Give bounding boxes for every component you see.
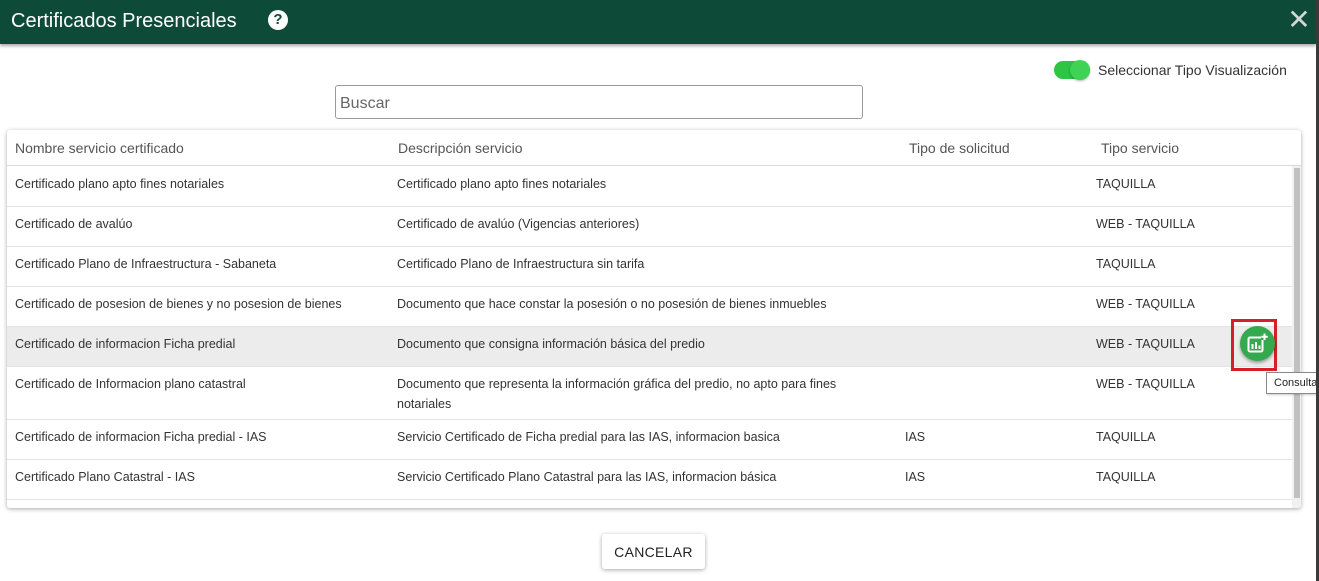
cell-service-type: TAQUILLA — [1096, 470, 1156, 484]
table-row[interactable]: Certificado de informacion Ficha predial… — [7, 420, 1292, 460]
column-header-description[interactable]: Descripción servicio — [398, 140, 522, 156]
cell-name: Certificado de posesion de bienes y no p… — [15, 297, 342, 311]
cell-description: Certificado Plano de Infraestructura sin… — [397, 257, 645, 271]
cell-description: Servicio Certificado de Ficha predial pa… — [397, 430, 780, 444]
help-icon[interactable]: ? — [268, 10, 288, 30]
cancel-button[interactable]: CANCELAR — [602, 534, 705, 569]
table-row-hovered[interactable]: Certificado de informacion Ficha predial… — [7, 327, 1292, 367]
cell-description: Documento que consigna información básic… — [397, 337, 705, 351]
cell-service-type: TAQUILLA — [1096, 430, 1156, 444]
column-header-request-type[interactable]: Tipo de solicitud — [909, 140, 1010, 156]
cell-name: Certificado Plano Catastral - IAS — [15, 470, 195, 484]
cell-description: Servicio Certificado Plano Catastral par… — [397, 470, 777, 484]
cell-name: Certificado plano apto fines notariales — [15, 177, 225, 191]
column-header-service-type[interactable]: Tipo servicio — [1101, 140, 1179, 156]
cell-name: Certificado de Informacion plano catastr… — [15, 377, 246, 391]
cell-description: Certificado plano apto fines notariales — [397, 177, 607, 191]
close-icon[interactable]: ✕ — [1287, 6, 1311, 34]
cell-service-type: WEB - TAQUILLA — [1096, 337, 1195, 351]
cell-name: Certificado de avalúo — [15, 217, 133, 231]
column-header-name[interactable]: Nombre servicio certificado — [15, 140, 184, 156]
table-row[interactable]: Certificado de posesion de bienes y no p… — [7, 287, 1292, 327]
table-row[interactable]: Certificado de avalúo Certificado de ava… — [7, 207, 1292, 247]
cell-name: Certificado de informacion Ficha predial… — [15, 430, 267, 444]
cell-service-type: WEB - TAQUILLA — [1096, 217, 1195, 231]
table-header: Nombre servicio certificado Descripción … — [7, 130, 1301, 166]
certificates-table: Nombre servicio certificado Descripción … — [7, 130, 1301, 508]
cell-request-type: IAS — [905, 470, 926, 484]
cell-name: Certificado de informacion Ficha predial — [15, 337, 236, 351]
view-type-toggle-label: Seleccionar Tipo Visualización — [1098, 62, 1287, 78]
cell-service-type: TAQUILLA — [1096, 177, 1156, 191]
consult-tooltip: Consultar — [1266, 372, 1319, 394]
cell-service-type: TAQUILLA — [1096, 257, 1156, 271]
cell-description: Certificado de avalúo (Vigencias anterio… — [397, 217, 640, 231]
certificados-dialog: Certificados Presenciales ? ✕ Selecciona… — [0, 0, 1319, 581]
toggle-knob — [1070, 60, 1090, 80]
table-row[interactable]: Certificado Plano Catastral - IAS Servic… — [7, 460, 1292, 500]
dialog-header: Certificados Presenciales ? ✕ — [0, 0, 1316, 44]
table-scrollbar-thumb[interactable] — [1294, 168, 1300, 498]
cell-description: Documento que hace constar la posesión o… — [397, 297, 827, 311]
cell-name: Certificado Plano de Infraestructura - S… — [15, 257, 277, 271]
table-row[interactable]: Certificado Plano de Infraestructura - S… — [7, 247, 1292, 287]
view-type-toggle[interactable] — [1054, 60, 1090, 80]
cell-description: Documento que representa la información … — [397, 377, 837, 411]
cell-request-type: IAS — [905, 430, 926, 444]
search-input[interactable] — [335, 85, 863, 119]
cell-service-type: WEB - TAQUILLA — [1096, 377, 1195, 391]
table-row[interactable]: Certificado de Informacion plano catastr… — [7, 367, 1292, 420]
consult-button[interactable] — [1240, 326, 1275, 361]
add-chart-icon — [1247, 333, 1268, 353]
cell-service-type: WEB - TAQUILLA — [1096, 297, 1195, 311]
dialog-title: Certificados Presenciales — [11, 10, 237, 32]
table-row[interactable]: Certificado plano apto fines notariales … — [7, 167, 1292, 207]
